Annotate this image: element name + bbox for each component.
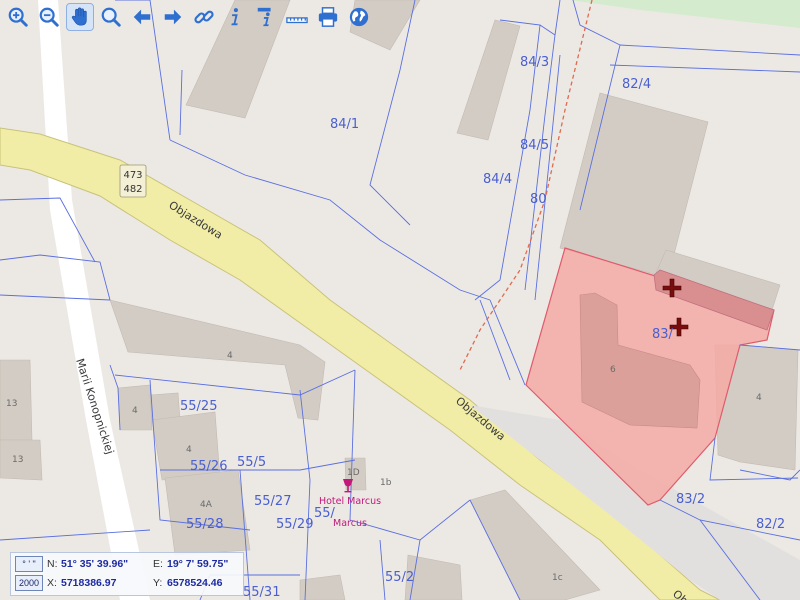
svg-text:13: 13 [12, 455, 23, 465]
info-list-button[interactable] [252, 3, 280, 31]
street-konopnickiej [38, 0, 150, 600]
svg-text:55/27: 55/27 [254, 494, 291, 509]
ruler-icon [286, 17, 308, 24]
svg-text:84/3: 84/3 [520, 55, 549, 70]
svg-text:80: 80 [530, 192, 547, 207]
printer-icon [318, 7, 338, 27]
globe-button[interactable] [345, 3, 373, 31]
svg-text:83/: 83/ [652, 327, 674, 342]
svg-text:4: 4 [186, 445, 192, 455]
svg-text:82/4: 82/4 [622, 77, 651, 92]
info-button[interactable] [221, 3, 249, 31]
zoom-in-icon [8, 7, 28, 27]
svg-text:4A: 4A [200, 500, 213, 510]
svg-text:55/5: 55/5 [237, 455, 266, 470]
svg-text:84/1: 84/1 [330, 117, 359, 132]
svg-text:55/31: 55/31 [243, 585, 280, 600]
link-icon [194, 10, 214, 24]
svg-text:82/2: 82/2 [756, 517, 785, 532]
coordinates-panel: ° ' " N: 51° 35' 39.96" E: 19° 7' 59.75"… [10, 552, 244, 596]
svg-text:6: 6 [610, 365, 616, 375]
longitude-value: 19° 7' 59.75" [167, 558, 229, 570]
y-label: Y: [153, 577, 163, 589]
svg-text:1c: 1c [552, 573, 563, 583]
latitude-value: 51° 35' 39.96" [61, 558, 129, 570]
x-label: X: [47, 577, 57, 589]
y-value: 6578524.46 [167, 577, 223, 589]
route-badge: 473 482 [119, 164, 147, 198]
map-toolbar [0, 0, 376, 34]
measure-button[interactable] [283, 3, 311, 31]
svg-text:55/2: 55/2 [385, 570, 414, 585]
x-value: 5718386.97 [61, 577, 117, 589]
svg-text:473: 473 [123, 170, 142, 181]
svg-text:84/4: 84/4 [483, 172, 512, 187]
print-button[interactable] [314, 3, 342, 31]
svg-text:482: 482 [123, 184, 142, 195]
svg-text:55/28: 55/28 [186, 517, 223, 532]
svg-text:4: 4 [132, 406, 138, 416]
zoom-out-button[interactable] [35, 3, 63, 31]
back-button[interactable] [128, 3, 156, 31]
zoom-out-icon [39, 7, 59, 27]
svg-text:4: 4 [756, 393, 762, 403]
dms-format-button[interactable]: ° ' " [15, 556, 43, 572]
svg-text:84/5: 84/5 [520, 138, 549, 153]
map-canvas[interactable]: 473 482 Objazdowa Objazdowa Ob Marii Kon… [0, 0, 800, 600]
arrow-left-icon [133, 9, 151, 25]
hand-icon [71, 7, 87, 26]
svg-text:55/26: 55/26 [190, 459, 227, 474]
arrow-right-icon [164, 9, 182, 25]
coord-system-button[interactable]: 2000 [15, 575, 43, 591]
info-icon [231, 8, 238, 26]
svg-text:13: 13 [6, 399, 17, 409]
zoom-in-button[interactable] [4, 3, 32, 31]
svg-text:55/29: 55/29 [276, 517, 313, 532]
svg-text:Marcus: Marcus [333, 518, 367, 529]
zoom-icon [101, 7, 121, 27]
info-doc-icon [257, 7, 271, 27]
svg-text:55/25: 55/25 [180, 399, 217, 414]
svg-text:1D: 1D [347, 468, 360, 478]
svg-text:4: 4 [227, 351, 233, 361]
svg-text:Hotel Marcus: Hotel Marcus [319, 496, 381, 507]
forward-button[interactable] [159, 3, 187, 31]
longitude-label: E: [153, 558, 163, 570]
globe-icon [349, 7, 369, 27]
svg-text:83/2: 83/2 [676, 492, 705, 507]
zoom-extent-button[interactable] [97, 3, 125, 31]
pan-button[interactable] [66, 3, 94, 31]
svg-text:1b: 1b [380, 478, 392, 488]
latitude-label: N: [47, 558, 58, 570]
link-button[interactable] [190, 3, 218, 31]
green-area [570, 0, 800, 28]
